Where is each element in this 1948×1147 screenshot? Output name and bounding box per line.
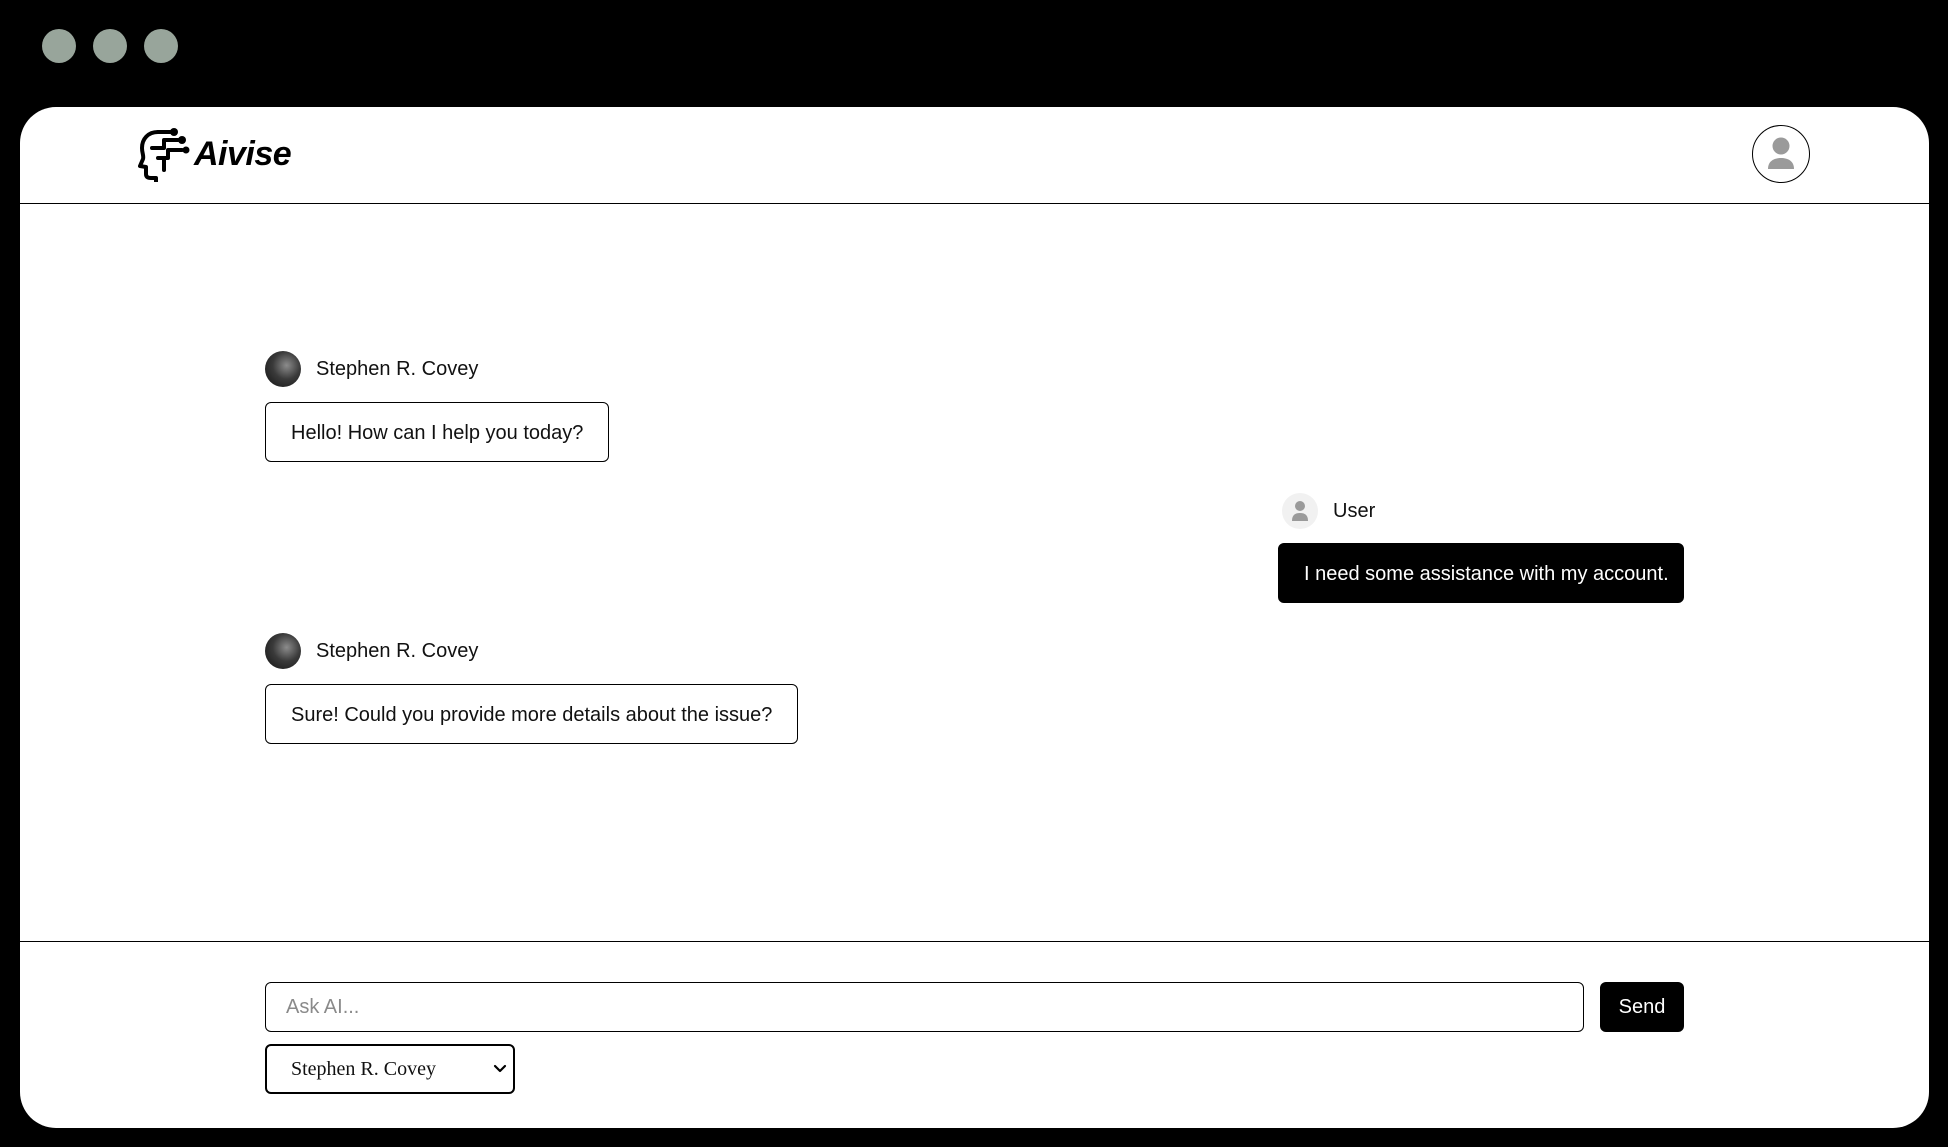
window-dot-close[interactable] xyxy=(42,29,76,63)
window-dot-maximize[interactable] xyxy=(144,29,178,63)
window-dot-minimize[interactable] xyxy=(93,29,127,63)
assistant-sender: Stephen R. Covey xyxy=(265,351,478,387)
brand-logo[interactable]: Aivise xyxy=(138,125,292,183)
app-window: Aivise Stephen R. Covey Hello! How can I… xyxy=(20,107,1929,1128)
user-icon xyxy=(1292,501,1308,521)
persona-select[interactable]: Stephen R. Covey xyxy=(265,1044,515,1094)
chevron-down-icon xyxy=(493,1064,507,1073)
user-avatar xyxy=(1282,493,1318,529)
brain-head-icon xyxy=(138,128,190,182)
send-button[interactable]: Send xyxy=(1600,982,1684,1032)
ask-ai-input[interactable] xyxy=(265,982,1584,1032)
assistant-message: Sure! Could you provide more details abo… xyxy=(265,684,799,744)
assistant-message: Hello! How can I help you today? xyxy=(265,402,610,462)
persona-select-value: Stephen R. Covey xyxy=(291,1057,436,1080)
sender-name: Stephen R. Covey xyxy=(316,639,479,662)
user-sender: User xyxy=(1282,493,1375,529)
brand-name: Aivise xyxy=(194,134,292,173)
user-message: I need some assistance with my account. xyxy=(1278,543,1684,603)
chat-thread: Stephen R. Covey Hello! How can I help y… xyxy=(20,204,1929,941)
assistant-avatar xyxy=(265,351,301,387)
assistant-sender: Stephen R. Covey xyxy=(265,633,478,669)
sender-name: Stephen R. Covey xyxy=(316,357,479,380)
app-header: Aivise xyxy=(20,107,1929,204)
assistant-avatar xyxy=(265,633,301,669)
sender-name: User xyxy=(1333,499,1376,522)
profile-button[interactable] xyxy=(1752,125,1810,183)
user-circle-icon xyxy=(1768,137,1794,169)
composer: Send Stephen R. Covey xyxy=(20,941,1929,1128)
